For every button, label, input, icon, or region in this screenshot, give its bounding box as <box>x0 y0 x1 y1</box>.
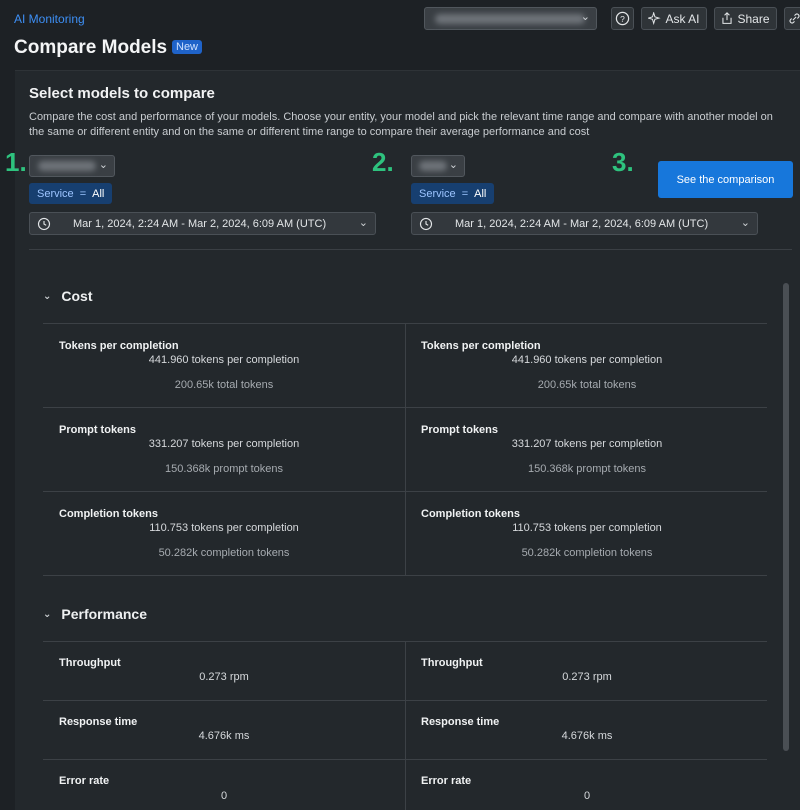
cost-section-toggle[interactable]: ⌄ Cost <box>43 288 93 304</box>
metric-value: 110.753 tokens per completion <box>149 522 299 534</box>
chevron-down-icon: ⌄ <box>580 11 590 23</box>
share-icon <box>722 12 733 24</box>
metric-title: Tokens per completion <box>59 340 179 352</box>
metric-title: Tokens per completion <box>421 340 541 352</box>
model-a-time-picker[interactable]: Mar 1, 2024, 2:24 AM - Mar 2, 2024, 6:09… <box>29 212 376 235</box>
metric-title: Response time <box>421 716 500 728</box>
time-range-label: Mar 1, 2024, 2:24 AM - Mar 2, 2024, 6:09… <box>73 217 327 230</box>
vertical-scrollbar[interactable] <box>783 283 789 751</box>
performance-section-title: Performance <box>61 606 147 622</box>
metric-subvalue: 200.65k total tokens <box>174 379 274 391</box>
clock-icon <box>37 217 51 230</box>
page-title: Compare Models <box>14 37 168 58</box>
select-models-heading: Select models to compare <box>29 85 215 102</box>
grid-line <box>405 641 406 810</box>
redacted-model-a <box>38 161 96 171</box>
metric-value: 0.273 rpm <box>562 671 612 683</box>
metric-subvalue: 50.282k completion tokens <box>521 547 653 559</box>
metric-title: Error rate <box>59 775 110 787</box>
section-divider <box>29 249 792 250</box>
grid-line <box>43 575 767 576</box>
chevron-down-icon: ⌄ <box>448 159 458 171</box>
model-b-time-picker[interactable]: Mar 1, 2024, 2:24 AM - Mar 2, 2024, 6:09… <box>411 212 758 235</box>
copy-link-button[interactable] <box>784 7 800 30</box>
sparkle-icon <box>648 12 662 25</box>
metric-title: Throughput <box>421 657 483 669</box>
share-button[interactable]: Share <box>714 7 777 30</box>
chevron-down-icon: ⌄ <box>740 217 750 229</box>
metric-value: 4.676k ms <box>561 730 613 742</box>
svg-text:?: ? <box>620 14 625 24</box>
link-icon <box>789 13 799 24</box>
step-3-marker: 3. <box>612 147 634 177</box>
ask-ai-label: Ask AI <box>665 11 700 26</box>
metric-title: Error rate <box>421 775 472 787</box>
share-label: Share <box>737 11 770 26</box>
chevron-down-icon: ⌄ <box>98 159 108 171</box>
chevron-down-icon: ⌄ <box>358 217 368 229</box>
metric-title: Prompt tokens <box>421 424 499 436</box>
filter-key: Service <box>37 187 74 200</box>
filter-operator: = <box>461 187 469 200</box>
clock-icon <box>419 217 433 230</box>
model-b-select[interactable]: ⌄ <box>411 155 465 177</box>
redacted-model-b <box>419 161 447 171</box>
filter-value: All <box>92 187 105 200</box>
model-a-service-filter[interactable]: Service = All <box>29 183 113 204</box>
see-comparison-button[interactable]: See the comparison <box>658 161 793 198</box>
metric-subvalue: 200.65k total tokens <box>537 379 637 391</box>
metric-value: 4.676k ms <box>198 730 250 742</box>
metric-title: Completion tokens <box>59 508 159 520</box>
metric-value: 441.960 tokens per completion <box>511 354 663 366</box>
filter-value: All <box>474 187 487 200</box>
new-badge: New <box>172 40 203 54</box>
metric-value: 0 <box>220 790 228 802</box>
metric-title: Prompt tokens <box>59 424 137 436</box>
model-a-select[interactable]: ⌄ <box>29 155 115 177</box>
metric-value: 331.207 tokens per completion <box>511 438 663 450</box>
cost-section-title: Cost <box>61 288 93 304</box>
step-1-marker: 1. <box>5 147 27 177</box>
metric-value: 331.207 tokens per completion <box>148 438 300 450</box>
performance-section-toggle[interactable]: ⌄ Performance <box>43 606 147 622</box>
metric-title: Response time <box>59 716 138 728</box>
account-selector[interactable]: ⌄ <box>424 7 597 30</box>
metric-value: 441.960 tokens per completion <box>148 354 300 366</box>
help-icon: ? <box>615 11 630 26</box>
redacted-account-name <box>435 14 585 24</box>
metric-value: 0 <box>583 790 591 802</box>
chevron-down-icon: ⌄ <box>43 290 52 302</box>
time-range-label: Mar 1, 2024, 2:24 AM - Mar 2, 2024, 6:09… <box>455 217 709 230</box>
help-button[interactable]: ? <box>611 7 634 30</box>
step-2-marker: 2. <box>372 147 394 177</box>
select-models-description: Compare the cost and performance of your… <box>29 111 773 138</box>
grid-line <box>405 323 406 575</box>
metric-subvalue: 150.368k prompt tokens <box>527 463 647 475</box>
metric-subvalue: 150.368k prompt tokens <box>164 463 284 475</box>
metric-title: Completion tokens <box>421 508 521 520</box>
metric-value: 110.753 tokens per completion <box>512 522 662 534</box>
model-b-service-filter[interactable]: Service = All <box>411 183 495 204</box>
metric-title: Throughput <box>59 657 121 669</box>
filter-operator: = <box>79 187 87 200</box>
metric-value: 0.273 rpm <box>199 671 249 683</box>
ask-ai-button[interactable]: Ask AI <box>641 7 707 30</box>
metric-subvalue: 50.282k completion tokens <box>158 547 290 559</box>
filter-key: Service <box>419 187 456 200</box>
breadcrumb[interactable]: AI Monitoring <box>14 12 85 26</box>
chevron-down-icon: ⌄ <box>43 608 52 620</box>
